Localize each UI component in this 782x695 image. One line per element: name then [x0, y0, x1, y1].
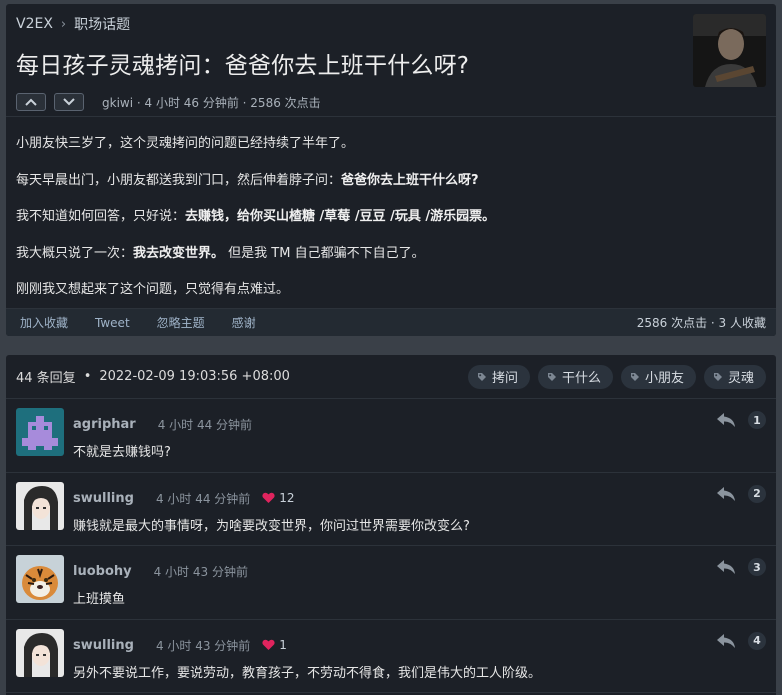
- likes-count: 12: [279, 491, 295, 505]
- topic-text: 刚刚我又想起来了这个问题，只觉得有点难过。: [16, 282, 290, 297]
- tag-chip[interactable]: 小朋友: [620, 364, 696, 389]
- reply-username[interactable]: swulling: [73, 491, 134, 506]
- reply-username[interactable]: luobohy: [73, 564, 132, 579]
- topic-text: 我大概只说了一次：: [16, 245, 134, 261]
- topic-text: 每天早晨出门，小朋友都送我到门口，然后伸着脖子问：: [16, 172, 342, 188]
- reply-item: luobohy 4 小时 43 分钟前 上班摸鱼 3: [6, 546, 776, 620]
- heart-icon: [262, 639, 275, 650]
- author-link[interactable]: gkiwi: [102, 96, 133, 110]
- breadcrumb-node-link[interactable]: 职场话题: [74, 14, 130, 34]
- reply-count: 44 条回复: [16, 371, 76, 386]
- reply-item: agriphar 4 小时 44 分钟前 不就是去赚钱吗? 1: [6, 399, 776, 473]
- tag-icon: [713, 372, 722, 381]
- topic-box: V2EX › 职场话题 每日孩子灵魂拷问：爸爸你去上班干什么呀? gkiwi ·…: [6, 4, 776, 336]
- reply-meta: swulling 4 小时 43 分钟前 1: [73, 637, 287, 654]
- reply-time: 4 小时 44 分钟前: [155, 491, 251, 506]
- tag-chip[interactable]: 干什么: [537, 364, 613, 389]
- replies-header: 44 条回复 • 2022-02-09 19:03:56 +08:00 拷问 干…: [6, 355, 776, 399]
- reply-time: 4 小时 43 分钟前: [153, 565, 248, 579]
- topic-paragraph: 每天早晨出门，小朋友都送我到门口，然后伸着脖子问：爸爸你去上班干什么呀?: [16, 171, 766, 191]
- upvote-button[interactable]: [16, 93, 46, 111]
- reply-likes: 12: [262, 491, 295, 505]
- page-title: 每日孩子灵魂拷问：爸爸你去上班干什么呀?: [16, 53, 470, 79]
- avatar[interactable]: [16, 481, 64, 530]
- reply-content: 赚钱就是最大的事情呀，为啥要改变世界，你问过世界需要你改变么?: [73, 518, 470, 534]
- topic-meta: gkiwi · 4 小时 46 分钟前 · 2586 次点击: [16, 93, 764, 111]
- pixel-avatar-image: [16, 408, 64, 456]
- anime-avatar-image: [16, 481, 64, 530]
- topic-text: 小朋友快三岁了，这个灵魂拷问的问题已经持续了半年了。: [16, 136, 355, 151]
- tag-label: 干什么: [561, 371, 601, 386]
- author-avatar-image: [693, 14, 766, 87]
- topic-paragraph: 我大概只说了一次：我去改变世界。 但是我 TM 自己都骗不下自己了。: [16, 244, 766, 264]
- topic-bold-text: 我去改变世界。: [133, 245, 225, 261]
- header-dot: •: [83, 369, 92, 384]
- floor-number: 2: [748, 484, 766, 503]
- chevron-up-icon: [25, 98, 37, 106]
- reply-username[interactable]: swulling: [73, 638, 134, 653]
- topic-paragraph: 小朋友快三岁了，这个灵魂拷问的问题已经持续了半年了。: [16, 134, 766, 154]
- topic-bold-text: 去赚钱，给你买山楂糖 /草莓 /豆豆 /玩具 /游乐园票。: [185, 209, 496, 224]
- avatar[interactable]: [16, 555, 64, 603]
- reply-arrow-icon[interactable]: [716, 412, 736, 428]
- topic-footer: 加入收藏 Tweet 忽略主题 感谢 2586 次点击 · 3 人收藏: [6, 308, 776, 336]
- breadcrumb-separator: ›: [60, 16, 67, 32]
- tag-label: 小朋友: [644, 371, 684, 386]
- breadcrumb: V2EX › 职场话题: [16, 14, 764, 34]
- reply-likes: 1: [262, 638, 287, 652]
- topic-time-clicks: · 4 小时 46 分钟前 · 2586 次点击: [133, 95, 321, 110]
- author-avatar[interactable]: [693, 14, 766, 87]
- avatar[interactable]: [16, 628, 64, 677]
- ignore-topic-link[interactable]: 忽略主题: [157, 314, 205, 331]
- downvote-button[interactable]: [54, 93, 84, 111]
- floor-number: 3: [748, 558, 766, 576]
- reply-arrow-icon[interactable]: [716, 559, 736, 575]
- reply-content: 另外不要说工作，要说劳动，教育孩子，不劳动不得食，我们是伟大的工人阶级。: [73, 665, 542, 681]
- heart-icon: [262, 492, 275, 503]
- topic-bold-text: 爸爸你去上班干什么呀?: [341, 172, 479, 188]
- topic-stats: 2586 次点击 · 3 人收藏: [636, 316, 766, 330]
- tag-icon: [477, 372, 486, 381]
- tag-icon: [630, 372, 639, 381]
- topic-meta-text: gkiwi · 4 小时 46 分钟前 · 2586 次点击: [102, 94, 321, 111]
- reply-item: swulling 4 小时 44 分钟前 12 赚钱就是最大的事情呀，为啥要改变…: [6, 473, 776, 546]
- topic-header: V2EX › 职场话题 每日孩子灵魂拷问：爸爸你去上班干什么呀? gkiwi ·…: [6, 4, 776, 117]
- favorite-link[interactable]: 加入收藏: [20, 314, 68, 331]
- topic-paragraph: 刚刚我又想起来了这个问题，只觉得有点难过。: [16, 280, 766, 300]
- tag-chip[interactable]: 拷问: [467, 364, 530, 389]
- replies-box: 44 条回复 • 2022-02-09 19:03:56 +08:00 拷问 干…: [6, 355, 776, 695]
- reply-username[interactable]: agriphar: [73, 417, 136, 432]
- reply-meta: swulling 4 小时 44 分钟前 12: [73, 490, 295, 507]
- reply-content: 上班摸鱼: [73, 592, 126, 607]
- reply-meta: luobohy 4 小时 43 分钟前: [73, 563, 248, 580]
- floor-number: 1: [748, 411, 766, 429]
- tag-label: 拷问: [491, 371, 518, 386]
- topic-text: 我不知道如何回答，只好说：: [16, 209, 186, 224]
- tag-icon: [547, 372, 556, 381]
- topic-date: 2022-02-09 19:03:56 +08:00: [99, 369, 290, 384]
- breadcrumb-site-link[interactable]: V2EX: [16, 16, 53, 32]
- topic-content: 小朋友快三岁了，这个灵魂拷问的问题已经持续了半年了。 每天早晨出门，小朋友都送我…: [6, 117, 776, 300]
- tag-label: 灵魂: [727, 371, 754, 386]
- topic-paragraph: 我不知道如何回答，只好说：去赚钱，给你买山楂糖 /草莓 /豆豆 /玩具 /游乐园…: [16, 207, 766, 227]
- chevron-down-icon: [63, 98, 75, 106]
- avatar[interactable]: [16, 408, 64, 456]
- anime-avatar-image: [16, 628, 64, 677]
- reply-meta: agriphar 4 小时 44 分钟前: [73, 416, 252, 433]
- floor-number: 4: [748, 631, 766, 650]
- tag-list: 拷问 干什么 小朋友 灵魂: [467, 364, 766, 389]
- reply-arrow-icon[interactable]: [716, 486, 736, 502]
- tag-chip[interactable]: 灵魂: [703, 364, 766, 389]
- topic-text: 但是我 TM 自己都骗不下自己了。: [224, 245, 425, 261]
- likes-count: 1: [279, 638, 287, 652]
- reply-time: 4 小时 44 分钟前: [157, 418, 253, 432]
- tweet-link[interactable]: Tweet: [95, 316, 130, 330]
- tiger-avatar-image: [16, 555, 64, 603]
- reply-item: swulling 4 小时 43 分钟前 1 另外不要说工作，要说劳动，教育孩子…: [6, 620, 776, 693]
- reply-time: 4 小时 43 分钟前: [155, 638, 251, 653]
- reply-arrow-icon[interactable]: [716, 633, 736, 649]
- thanks-link[interactable]: 感谢: [232, 314, 256, 331]
- reply-content: 不就是去赚钱吗?: [73, 445, 171, 460]
